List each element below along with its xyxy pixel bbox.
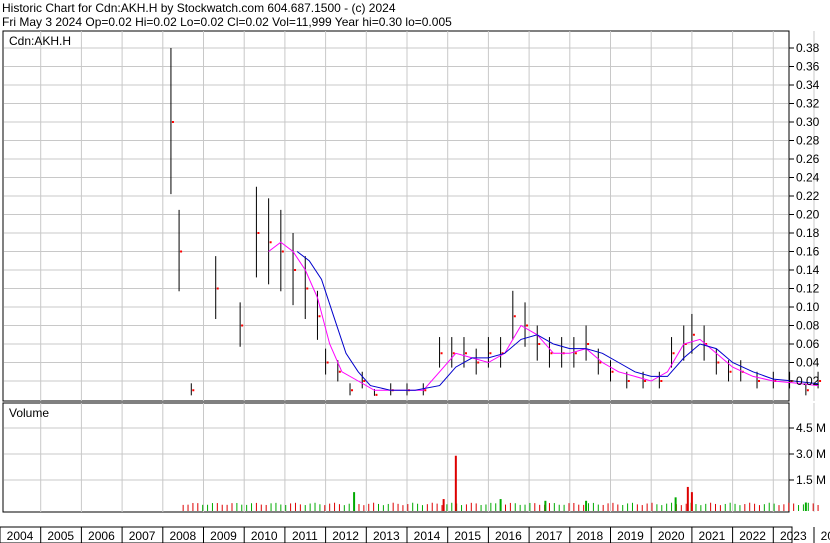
price-tick-label: 0.08	[796, 319, 820, 333]
close-dot	[269, 241, 272, 244]
price-tick-label: 0.30	[796, 115, 820, 129]
volume-panel	[2, 402, 790, 513]
price-tick-label: 0.16	[796, 245, 820, 259]
price-tick-label: 0.20	[796, 208, 820, 222]
close-dot	[513, 315, 516, 318]
year-tick-label: 2015	[454, 529, 481, 543]
price-tick-label: 0.38	[796, 41, 820, 55]
price-tick-label: 0.18	[796, 226, 820, 240]
close-dot	[464, 352, 467, 355]
close-dot	[452, 352, 455, 355]
year-tick-label: 2019	[617, 529, 644, 543]
year-tick-label: 2012	[332, 529, 359, 543]
close-dot	[587, 343, 590, 345]
year-tick-label: 2014	[414, 529, 441, 543]
price-tick-label: 0.10	[796, 300, 820, 314]
close-dot	[180, 250, 183, 253]
close-dot	[477, 361, 480, 364]
close-dot	[692, 333, 695, 336]
volume-tick-label: 1.5 M	[796, 473, 826, 487]
year-tick-label: 2017	[536, 529, 563, 543]
close-dot	[672, 352, 675, 355]
volume-tick-label: 4.5 M	[796, 421, 826, 435]
symbol-label: Cdn:AKH.H	[9, 34, 71, 48]
close-dot	[257, 232, 260, 234]
close-dot	[351, 389, 354, 392]
close-dot	[819, 380, 822, 382]
year-tick-label: 2007	[129, 529, 156, 543]
stock-chart: 2004 2005 2006 2007 2008 2009 2010 2011 2012 2013…	[0, 30, 830, 543]
close-dot	[363, 380, 366, 382]
close-dot	[550, 352, 553, 355]
price-tick-label: 0.22	[796, 189, 820, 203]
close-dot	[326, 361, 329, 364]
price-tick-label: 0.26	[796, 152, 820, 166]
year-tick-label: 2016	[495, 529, 522, 543]
price-tick-label: 0.34	[796, 78, 820, 92]
price-tick-label: 0.02	[796, 374, 820, 388]
close-dot	[717, 361, 720, 364]
year-tick-label: 2006	[88, 529, 115, 543]
close-dot	[306, 287, 309, 290]
price-tick-label: 0.14	[796, 263, 820, 277]
close-dot	[375, 393, 378, 396]
close-dot	[644, 380, 647, 382]
close-dot	[192, 389, 195, 392]
year-tick-label: 2022	[739, 529, 766, 543]
close-dot	[318, 315, 321, 318]
price-tick-label: 0.04	[796, 356, 820, 370]
close-dot	[627, 380, 630, 382]
year-tick-label: 2024	[821, 529, 830, 543]
close-dot	[806, 389, 809, 392]
close-dot	[338, 370, 341, 373]
volume-label: Volume	[9, 406, 49, 420]
year-tick-label: 2010	[251, 529, 278, 543]
close-dot	[281, 250, 284, 253]
year-tick-label: 2004	[7, 529, 34, 543]
close-dot	[729, 370, 732, 373]
price-tick-label: 0.36	[796, 60, 820, 74]
price-tick-label: 0.24	[796, 171, 820, 185]
close-dot	[294, 269, 297, 271]
year-tick-label: 2013	[373, 529, 400, 543]
close-dot	[758, 380, 761, 382]
price-tick-label: 0.32	[796, 97, 820, 111]
year-tick-label: 2011	[292, 529, 318, 543]
year-tick-label: 2023	[780, 529, 807, 543]
close-dot	[574, 352, 577, 355]
close-dot	[216, 287, 219, 290]
volume-tick-label: 3.0 M	[796, 447, 826, 461]
year-tick-label: 2018	[576, 529, 603, 543]
year-tick-label: 2021	[699, 529, 726, 543]
close-dot	[538, 343, 541, 345]
close-dot	[611, 370, 614, 373]
close-dot	[440, 352, 443, 355]
price-tick-label: 0.12	[796, 282, 820, 296]
close-dot	[241, 324, 244, 327]
close-dot	[660, 380, 663, 382]
close-dot	[171, 121, 174, 123]
year-tick-label: 2005	[47, 529, 74, 543]
year-tick-label: 2020	[658, 529, 685, 543]
close-dot	[489, 352, 492, 355]
price-tick-label: 0.28	[796, 134, 820, 148]
price-tick-label: 0.06	[796, 337, 820, 351]
close-dot	[526, 324, 529, 327]
year-tick-label: 2009	[210, 529, 237, 543]
year-tick-label: 2008	[169, 529, 196, 543]
